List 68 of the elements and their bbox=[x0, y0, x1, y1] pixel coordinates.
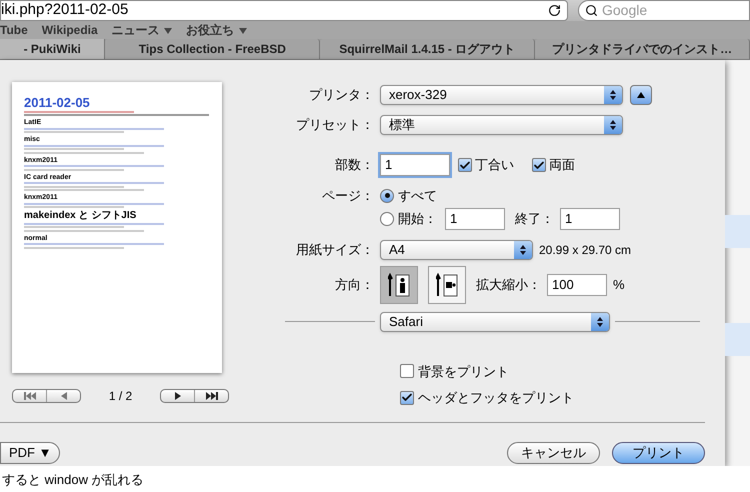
stepper-arrows-icon bbox=[591, 312, 609, 330]
duplex-checkbox[interactable] bbox=[532, 158, 546, 172]
copies-field[interactable]: 1 bbox=[380, 154, 450, 176]
triangle-up-icon bbox=[637, 92, 645, 98]
field-label: プリンタ： bbox=[308, 86, 375, 104]
last-page-icon bbox=[206, 392, 218, 400]
checkbox-label: 背景をプリント bbox=[418, 362, 509, 380]
first-page-icon bbox=[24, 392, 36, 400]
page-indicator: 1 / 2 bbox=[108, 388, 134, 405]
bookmark-item[interactable]: ニュース bbox=[112, 21, 172, 39]
checkbox-label: ヘッダとフッタをプリント bbox=[418, 389, 574, 407]
caret-icon bbox=[164, 28, 172, 34]
browser-tab[interactable]: Tips Collection - FreeBSD bbox=[105, 39, 320, 59]
search-icon bbox=[585, 4, 598, 17]
radio-button[interactable] bbox=[380, 212, 394, 226]
disclosure-button[interactable] bbox=[630, 85, 652, 105]
browser-tab[interactable]: プリンタドライバでのインスト… bbox=[535, 39, 750, 59]
bookmark-item[interactable]: お役立ち bbox=[186, 21, 247, 39]
field-label: 拡大縮小： bbox=[476, 276, 541, 294]
paper-dimensions: 20.99 x 29.70 cm bbox=[539, 242, 632, 258]
radio-label: すべて bbox=[398, 187, 437, 205]
scale-field[interactable]: 100 bbox=[547, 274, 607, 296]
browser-tab[interactable]: SquirrelMail 1.4.15 - ログアウト bbox=[320, 39, 536, 59]
section-popup[interactable]: Safari bbox=[380, 312, 610, 332]
browser-tab[interactable]: - PukiWiki bbox=[0, 39, 106, 59]
print-button[interactable]: プリント bbox=[612, 442, 705, 464]
checkbox-label: 丁合い bbox=[475, 156, 514, 174]
option-checkbox[interactable] bbox=[400, 364, 414, 378]
preview-title: 2011-02-05 bbox=[24, 96, 91, 109]
radio-button[interactable] bbox=[380, 188, 394, 203]
collate-checkbox[interactable] bbox=[458, 158, 472, 172]
preset-popup[interactable]: 標準 bbox=[380, 115, 623, 135]
next-page-icon bbox=[174, 392, 180, 400]
field-label: プリセット： bbox=[295, 116, 375, 134]
highlighted-row bbox=[725, 215, 750, 248]
bookmark-item[interactable]: Wikipedia bbox=[42, 21, 98, 39]
cancel-button[interactable]: キャンセル bbox=[507, 442, 600, 464]
stepper-arrows-icon bbox=[514, 240, 532, 258]
radio-label: 開始： bbox=[398, 210, 437, 228]
checkbox-label: 両面 bbox=[549, 156, 575, 174]
printer-popup[interactable]: xerox-329 bbox=[380, 85, 623, 105]
option-checkbox[interactable] bbox=[400, 390, 414, 405]
field-label: 用紙サイズ： bbox=[295, 240, 375, 259]
field-label: 方向： bbox=[334, 276, 375, 294]
portrait-orientation-icon bbox=[388, 272, 410, 298]
landscape-orientation-icon bbox=[436, 272, 458, 298]
stepper-arrows-icon bbox=[604, 116, 622, 134]
highlighted-row bbox=[725, 323, 750, 356]
field-label: ページ： bbox=[321, 187, 375, 205]
page-text: すると window が乱れる bbox=[2, 472, 144, 487]
previous-page-icon bbox=[60, 392, 66, 400]
orientation-button[interactable] bbox=[428, 266, 466, 304]
from-page-field[interactable]: 1 bbox=[445, 208, 505, 230]
caret-icon bbox=[238, 28, 247, 34]
preview-heading: makeindex と シフトJIS bbox=[24, 211, 138, 221]
to-page-field[interactable]: 1 bbox=[560, 208, 620, 230]
field-label: 終了： bbox=[515, 210, 554, 228]
paper-size-popup[interactable]: A4 bbox=[380, 240, 533, 260]
orientation-button[interactable] bbox=[380, 266, 418, 304]
percent-sign: % bbox=[613, 276, 625, 294]
stepper-arrows-icon bbox=[604, 86, 622, 104]
first-prev-buttons[interactable] bbox=[12, 389, 81, 403]
next-last-buttons[interactable] bbox=[160, 389, 229, 403]
field-label: 部数： bbox=[334, 156, 375, 174]
reload-icon[interactable] bbox=[548, 4, 561, 17]
bookmark-item[interactable]: Tube bbox=[0, 21, 28, 39]
address-field[interactable]: iki.php?2011-02-05 bbox=[0, 0, 568, 21]
pdf-button[interactable]: PDF ▼ bbox=[0, 442, 60, 464]
